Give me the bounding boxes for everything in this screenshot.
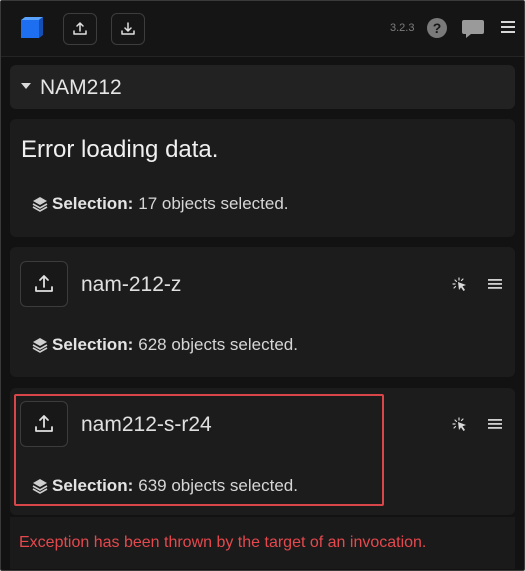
chat-icon[interactable]	[461, 18, 485, 40]
layer-card-nam-212-z: nam-212-z Selection: 628 objects selecte…	[10, 247, 515, 377]
upload-icon	[73, 22, 87, 35]
selection-label: Selection:	[52, 335, 134, 354]
layer-menu-icon[interactable]	[488, 277, 502, 291]
selection-info: Selection: 17 objects selected.	[32, 194, 289, 214]
download-button[interactable]	[111, 13, 145, 45]
select-cursor-icon[interactable]	[452, 417, 468, 433]
status-footer: Exception has been thrown by the target …	[10, 517, 515, 569]
upload-button[interactable]	[63, 13, 97, 45]
exception-message: Exception has been thrown by the target …	[19, 534, 427, 551]
top-toolbar: 3.2.3 ?	[1, 1, 524, 57]
selection-label: Selection:	[52, 476, 134, 495]
upload-icon	[35, 275, 53, 292]
hamburger-menu-icon[interactable]	[500, 19, 516, 35]
group-title: NAM212	[40, 76, 122, 99]
layer-card-nam212-s-r24: nam212-s-r24 Selection: 639 objects sele…	[10, 388, 515, 515]
selection-count: 17 objects selected.	[138, 194, 289, 213]
layer-upload-button[interactable]	[20, 401, 68, 447]
layers-icon	[32, 338, 48, 353]
version-label: 3.2.3	[390, 22, 415, 34]
caret-down-icon[interactable]	[21, 83, 31, 89]
help-symbol: ?	[432, 20, 442, 36]
group-header-nam212[interactable]: NAM212	[10, 65, 515, 109]
error-message: Error loading data.	[21, 136, 219, 163]
selection-info: Selection: 639 objects selected.	[32, 476, 298, 496]
help-icon[interactable]: ?	[427, 18, 447, 38]
layer-menu-icon[interactable]	[488, 417, 502, 431]
layer-name: nam-212-z	[81, 273, 182, 296]
layer-card-error: Error loading data. Selection: 17 object…	[10, 119, 515, 237]
app-frame: 3.2.3 ? NAM212 Error loading data. Selec…	[0, 0, 525, 571]
upload-icon	[35, 415, 53, 432]
download-icon	[121, 22, 135, 35]
selection-count: 639 objects selected.	[138, 476, 298, 495]
selection-label: Selection:	[52, 194, 134, 213]
layers-icon	[32, 197, 48, 212]
blue-cube-logo-icon	[21, 17, 43, 38]
selection-info: Selection: 628 objects selected.	[32, 335, 298, 355]
select-cursor-icon[interactable]	[452, 277, 468, 293]
layer-name: nam212-s-r24	[81, 413, 212, 436]
selection-count: 628 objects selected.	[138, 335, 298, 354]
layer-upload-button[interactable]	[20, 261, 68, 307]
layers-icon	[32, 479, 48, 494]
